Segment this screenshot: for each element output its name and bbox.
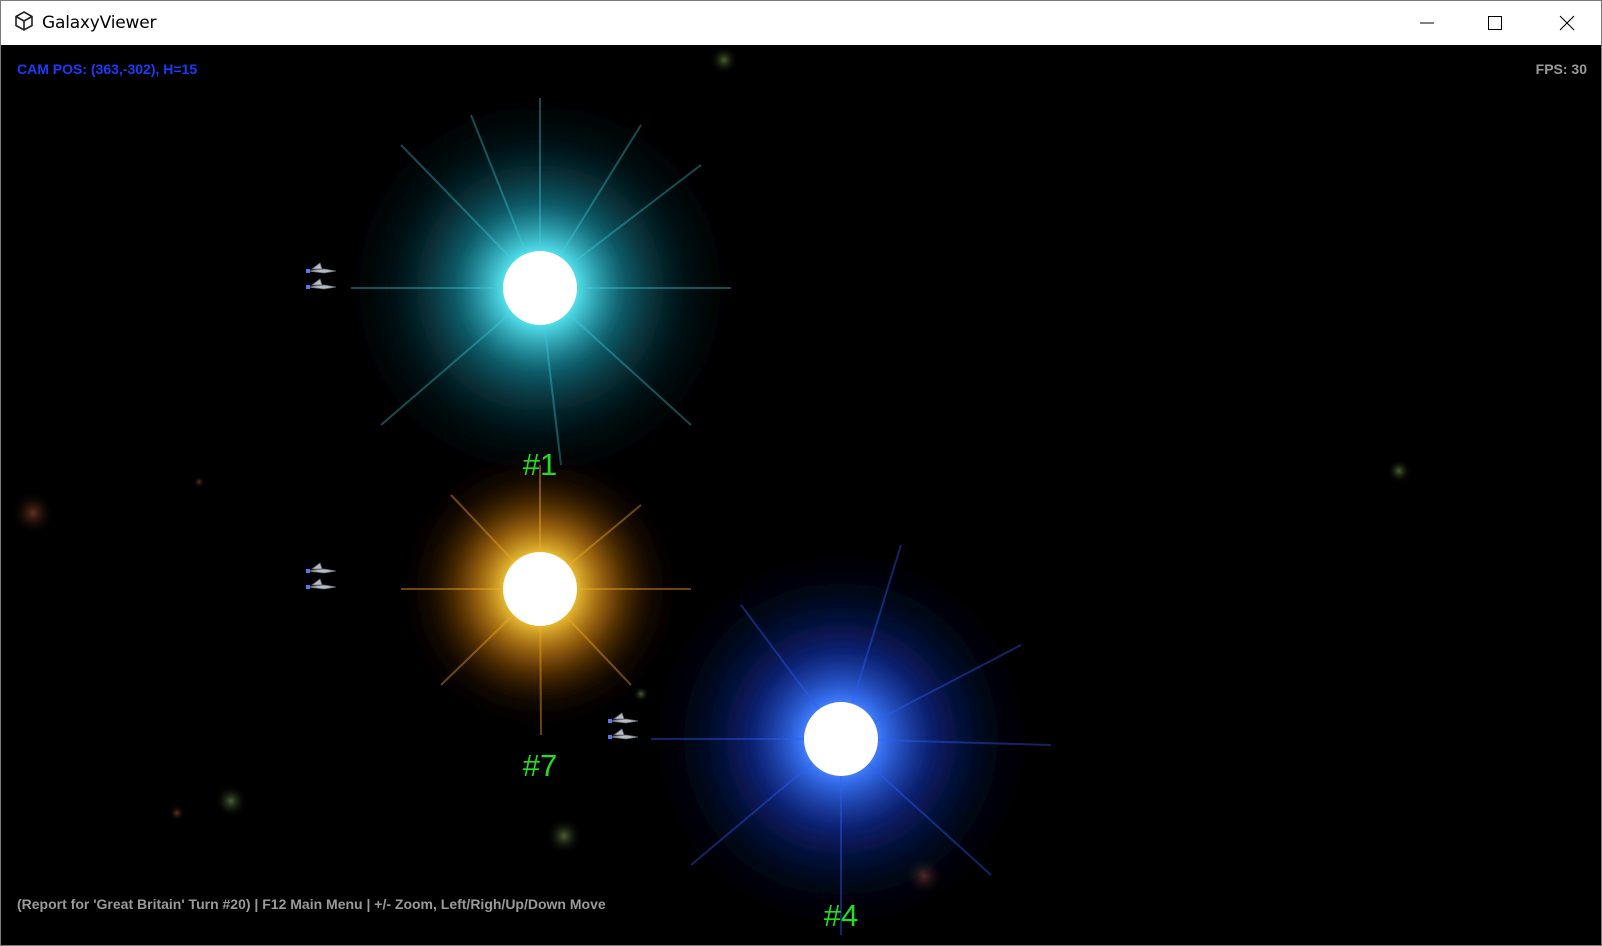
star-1[interactable]: [330, 78, 750, 498]
fleet-icon[interactable]: [306, 562, 337, 590]
maximize-icon: [1488, 16, 1502, 30]
camera-position-readout: CAM POS: (363,-302), H=15: [17, 61, 198, 77]
star-4[interactable]: [636, 534, 1052, 944]
galaxy-scene: [11, 46, 1411, 944]
title-bar[interactable]: GalaxyViewer: [1, 1, 1601, 46]
unity-logo-icon: [15, 11, 33, 31]
close-icon: [1559, 15, 1575, 31]
fps-counter: FPS: 30: [1535, 61, 1587, 77]
status-bar: (Report for 'Great Britain' Turn #20) | …: [17, 896, 606, 912]
window-title: GalaxyViewer: [42, 13, 157, 33]
star-label[interactable]: #7: [523, 748, 557, 784]
close-button[interactable]: [1533, 1, 1601, 45]
star-label[interactable]: #1: [523, 447, 557, 483]
star-label[interactable]: #4: [824, 898, 858, 934]
maximize-button[interactable]: [1461, 1, 1529, 45]
galaxy-viewer-window: GalaxyViewer CAM POS: (363,-302), H=15 F…: [0, 0, 1602, 946]
minimize-button[interactable]: [1393, 1, 1461, 45]
galaxy-viewport[interactable]: CAM POS: (363,-302), H=15 FPS: 30 #1 #7 …: [1, 45, 1601, 945]
minimize-icon: [1420, 22, 1434, 24]
